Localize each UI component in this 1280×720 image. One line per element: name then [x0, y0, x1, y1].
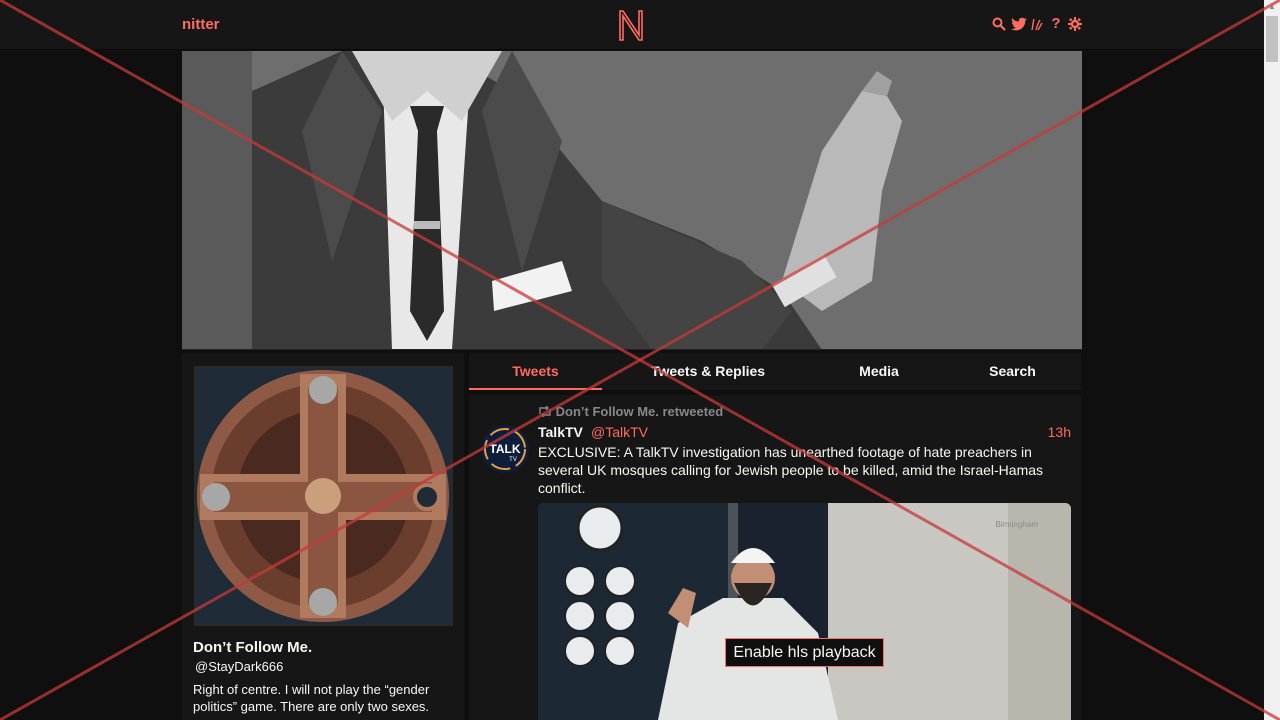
banner-image: [182, 51, 1082, 349]
profile-avatar[interactable]: [194, 366, 453, 626]
tab-tweets-replies[interactable]: Tweets & Replies: [602, 353, 814, 390]
profile-handle[interactable]: @StayDark666: [195, 659, 283, 674]
profile-bio: Right of centre. I will not play the “ge…: [193, 682, 430, 714]
video-thumbnail: Birmingham: [538, 503, 1071, 720]
tab-tweets[interactable]: Tweets: [469, 353, 602, 390]
search-icon[interactable]: [992, 15, 1006, 33]
page-scrollbar[interactable]: ▲: [1264, 0, 1280, 720]
profile-sidebar: Don’t Follow Me. @StayDark666 Right of c…: [182, 353, 464, 720]
enable-hls-playback-button[interactable]: Enable hls playback: [725, 638, 884, 667]
help-icon[interactable]: ?: [1049, 15, 1063, 33]
nitter-home-link[interactable]: nitter: [182, 16, 220, 33]
avatar-brand-subtext: TV: [509, 457, 517, 463]
profile-banner[interactable]: [182, 51, 1082, 350]
nav-icon-group: ?: [992, 15, 1082, 33]
avatar-brand-text: TALK: [489, 442, 520, 456]
tweet-author-handle[interactable]: @TalkTV: [591, 424, 648, 440]
retweet-header: Don’t Follow Me. retweeted: [538, 404, 723, 419]
tweet-author-avatar[interactable]: TALK TV: [481, 425, 529, 473]
scroll-thumb[interactable]: [1266, 16, 1278, 62]
rss-icon[interactable]: [1030, 15, 1044, 33]
top-navbar: nitter ?: [0, 0, 1264, 50]
profile-display-name[interactable]: Don’t Follow Me.: [193, 639, 312, 656]
gear-icon[interactable]: [1068, 15, 1082, 33]
retweet-icon: [539, 405, 551, 418]
tweet-author-name[interactable]: TalkTV: [538, 424, 583, 440]
video-watermark-text: Birmingham: [995, 520, 1038, 529]
tab-media[interactable]: Media: [814, 353, 944, 390]
scroll-up-arrow-icon[interactable]: ▲: [1264, 0, 1280, 14]
tweet-timestamp[interactable]: 13h: [1048, 424, 1071, 440]
retweet-header-text: Don’t Follow Me. retweeted: [555, 404, 724, 419]
timeline-tweet[interactable]: Don’t Follow Me. retweeted TALK TV TalkT…: [469, 395, 1081, 720]
timeline-tabs: Tweets Tweets & Replies Media Search: [469, 353, 1081, 390]
twitter-bird-icon[interactable]: [1011, 15, 1027, 33]
tweet-body: EXCLUSIVE: A TalkTV investigation has un…: [538, 444, 1044, 496]
nitter-logo-icon[interactable]: [617, 8, 645, 42]
tweet-video[interactable]: Birmingham Enable hls playback: [538, 503, 1071, 720]
tab-search[interactable]: Search: [944, 353, 1081, 390]
